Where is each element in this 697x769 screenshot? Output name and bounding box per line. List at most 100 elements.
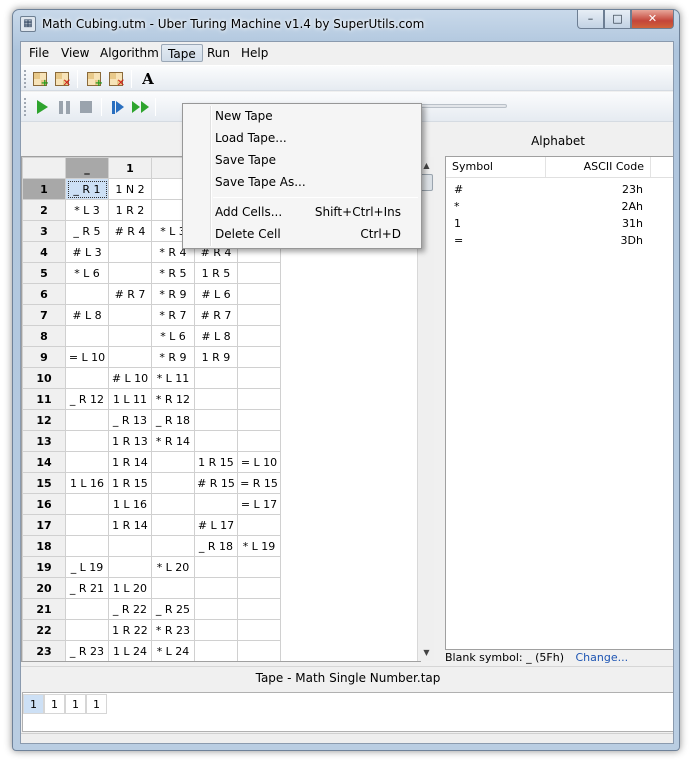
column-header[interactable]: 1 <box>108 157 152 179</box>
column-header[interactable]: _ <box>65 157 109 179</box>
grid-cell[interactable] <box>151 577 195 599</box>
add-cells-menu-item[interactable]: Add Cells... Shift+Ctrl+Ins <box>215 202 401 222</box>
grid-cell[interactable]: 1 R 14 <box>108 514 152 536</box>
grid-cell[interactable]: _ R 25 <box>151 598 195 620</box>
grid-cell[interactable]: 1 R 14 <box>108 451 152 473</box>
grid-cell[interactable]: * L 24 <box>151 640 195 661</box>
grid-cell[interactable]: * R 7 <box>151 304 195 326</box>
grid-cell[interactable]: 1 R 15 <box>194 451 238 473</box>
row-header[interactable]: 8 <box>22 325 66 347</box>
grid-cell[interactable]: * L 6 <box>65 262 109 284</box>
row-header[interactable]: 14 <box>22 451 66 473</box>
grid-cell[interactable]: # L 17 <box>194 514 238 536</box>
grid-cell[interactable] <box>108 535 152 557</box>
grid-cell[interactable] <box>194 388 238 410</box>
grid-cell[interactable] <box>237 640 281 661</box>
row-header[interactable]: 7 <box>22 304 66 326</box>
save-tape-as-menu-item[interactable]: Save Tape As... <box>215 172 401 192</box>
grid-cell[interactable]: 1 L 16 <box>108 493 152 515</box>
grid-cell[interactable]: # R 7 <box>194 304 238 326</box>
grid-cell[interactable] <box>194 577 238 599</box>
grid-cell[interactable]: = L 10 <box>237 451 281 473</box>
grid-cell[interactable] <box>108 262 152 284</box>
row-header[interactable]: 16 <box>22 493 66 515</box>
menu-algorithm[interactable]: Algorithm <box>94 44 165 62</box>
row-header[interactable]: 19 <box>22 556 66 578</box>
row-header[interactable]: 15 <box>22 472 66 494</box>
grid-cell[interactable]: 1 R 22 <box>108 619 152 641</box>
grid-cell[interactable] <box>194 367 238 389</box>
grid-cell[interactable]: * R 23 <box>151 619 195 641</box>
speed-slider[interactable] <box>411 104 507 108</box>
grid-cell[interactable]: # L 10 <box>108 367 152 389</box>
grid-cell[interactable] <box>237 619 281 641</box>
grid-cell[interactable]: * L 19 <box>237 535 281 557</box>
save-tape-menu-item[interactable]: Save Tape <box>215 150 401 170</box>
grid-cell[interactable] <box>237 262 281 284</box>
tape-cell[interactable]: 1 <box>44 694 65 714</box>
row-header[interactable]: 13 <box>22 430 66 452</box>
pause-button[interactable] <box>55 98 73 116</box>
grid-cell[interactable] <box>151 514 195 536</box>
grid-cell[interactable]: 1 N 2 <box>108 178 152 200</box>
row-header[interactable]: 4 <box>22 241 66 263</box>
grid-cell[interactable] <box>65 367 109 389</box>
grid-cell[interactable] <box>108 304 152 326</box>
grid-cell[interactable]: _ R 18 <box>194 535 238 557</box>
scroll-down-icon[interactable]: ▼ <box>418 644 435 661</box>
grid-cell[interactable] <box>237 409 281 431</box>
grid-cell[interactable]: * R 14 <box>151 430 195 452</box>
row-header[interactable]: 6 <box>22 283 66 305</box>
grid-cell[interactable] <box>65 409 109 431</box>
grid-cell[interactable]: _ R 18 <box>151 409 195 431</box>
grid-cell[interactable] <box>194 430 238 452</box>
grid-cell[interactable]: * R 12 <box>151 388 195 410</box>
row-header[interactable]: 9 <box>22 346 66 368</box>
grid-cell[interactable] <box>194 493 238 515</box>
delete-row-button[interactable]: ✕ <box>53 70 71 89</box>
menu-help[interactable]: Help <box>235 44 274 62</box>
tape-cell[interactable]: 1 <box>86 694 107 714</box>
grid-cell[interactable] <box>108 556 152 578</box>
grid-cell[interactable] <box>65 493 109 515</box>
grid-cell[interactable] <box>194 598 238 620</box>
row-header[interactable]: 22 <box>22 619 66 641</box>
grid-cell[interactable]: * L 6 <box>151 325 195 347</box>
toolbar-grip[interactable] <box>24 98 27 116</box>
grid-cell[interactable] <box>237 367 281 389</box>
grid-cell[interactable]: 1 R 9 <box>194 346 238 368</box>
alphabet-row[interactable]: #23h <box>446 181 651 198</box>
alphabet-row[interactable]: = 3Dh <box>446 232 651 249</box>
load-tape-menu-item[interactable]: Load Tape... <box>215 128 401 148</box>
grid-cell[interactable]: _ R 13 <box>108 409 152 431</box>
grid-cell[interactable]: 1 L 11 <box>108 388 152 410</box>
grid-cell[interactable]: = L 10 <box>65 346 109 368</box>
row-header[interactable]: 18 <box>22 535 66 557</box>
grid-cell[interactable] <box>237 388 281 410</box>
close-button[interactable]: ✕ <box>631 10 674 29</box>
grid-cell[interactable] <box>237 283 281 305</box>
grid-cell[interactable] <box>151 451 195 473</box>
grid-cell[interactable]: 1 L 24 <box>108 640 152 661</box>
grid-cell[interactable]: # L 6 <box>194 283 238 305</box>
grid-cell[interactable]: 1 L 16 <box>65 472 109 494</box>
grid-cell[interactable] <box>237 346 281 368</box>
change-blank-link[interactable]: Change... <box>576 651 629 664</box>
fast-forward-button[interactable] <box>131 98 149 116</box>
row-header[interactable]: 17 <box>22 514 66 536</box>
grid-cell[interactable]: * R 9 <box>151 283 195 305</box>
grid-cell[interactable] <box>65 430 109 452</box>
grid-cell[interactable] <box>65 325 109 347</box>
row-header[interactable]: 23 <box>22 640 66 661</box>
grid-cell[interactable]: # L 8 <box>65 304 109 326</box>
grid-cell[interactable]: 1 R 5 <box>194 262 238 284</box>
new-tape-menu-item[interactable]: New Tape <box>215 106 401 126</box>
row-header[interactable]: 10 <box>22 367 66 389</box>
grid-cell[interactable]: * L 11 <box>151 367 195 389</box>
add-column-button[interactable]: + <box>85 70 103 89</box>
font-button[interactable]: A <box>139 70 157 88</box>
symbol-column-header[interactable]: Symbol <box>446 157 546 177</box>
grid-cell[interactable]: 1 R 2 <box>108 199 152 221</box>
grid-cell[interactable]: 1 R 13 <box>108 430 152 452</box>
minimize-button[interactable]: – <box>577 10 604 29</box>
